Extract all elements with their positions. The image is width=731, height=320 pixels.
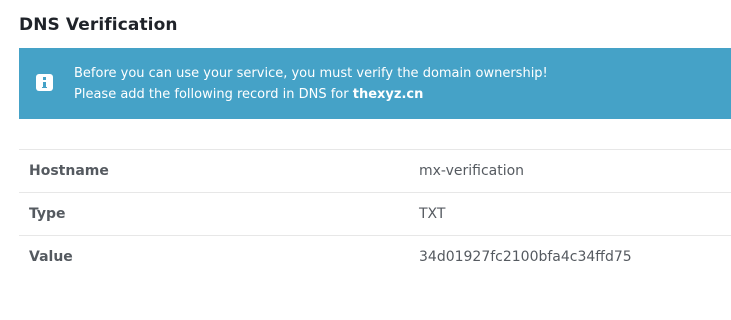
alert-line-1: Before you can use your service, you mus…: [74, 66, 548, 81]
table-row-hostname: Hostname mx-verification: [19, 149, 731, 193]
table-row-type: Type TXT: [19, 192, 731, 236]
row-value-hostname: mx-verification: [419, 163, 525, 179]
page-title: DNS Verification: [19, 15, 178, 35]
dns-record-table: Hostname mx-verification Type TXT Value …: [19, 149, 731, 279]
row-label-type: Type: [29, 206, 66, 222]
alert-message: Before you can use your service, you mus…: [74, 63, 548, 105]
alert-domain: thexyz.cn: [352, 87, 424, 102]
info-alert: Before you can use your service, you mus…: [19, 48, 731, 119]
info-icon: [36, 74, 53, 91]
row-label-hostname: Hostname: [29, 163, 109, 179]
row-label-value: Value: [29, 249, 73, 266]
row-value-value: 34d01927fc2100bfa4c34ffd75: [419, 249, 632, 266]
dns-verification-page: DNS Verification Before you can use your…: [0, 0, 731, 320]
alert-line-2: Please add the following record in DNS f…: [74, 84, 548, 105]
table-row-value: Value 34d01927fc2100bfa4c34ffd75: [19, 235, 731, 279]
alert-line-2-text: Please add the following record in DNS f…: [74, 87, 353, 102]
row-value-type: TXT: [419, 206, 446, 222]
